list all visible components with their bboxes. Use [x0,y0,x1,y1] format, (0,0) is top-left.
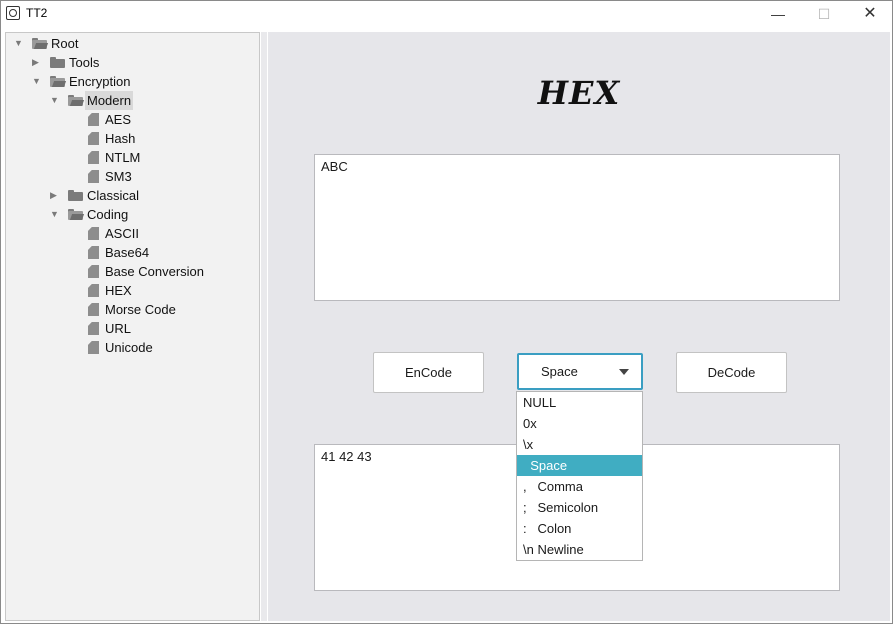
minimize-button[interactable]: — [755,1,801,27]
file-icon [88,170,99,183]
file-icon [88,303,99,316]
option-semicolon[interactable]: ; Semicolon [517,497,642,518]
file-icon [88,132,99,145]
tree-item-label: AES [105,112,132,127]
file-icon [88,113,99,126]
expanded-arrow-icon[interactable]: ▼ [14,34,24,53]
chevron-down-icon [619,369,629,375]
file-icon [88,284,99,297]
separator-select[interactable]: Space [517,353,643,390]
tree-item-label: Hash [105,131,136,146]
tree-item-label: Coding [87,207,129,222]
app-icon [6,6,20,20]
collapsed-arrow-icon[interactable]: ▶ [32,53,42,72]
tree-item-label: Root [51,36,79,51]
expanded-arrow-icon[interactable]: ▼ [32,72,42,91]
file-icon [88,246,99,259]
decode-button[interactable]: DeCode [676,352,787,393]
tree-item-label: Unicode [105,340,153,355]
open-folder-icon [50,76,67,87]
close-button[interactable]: ✕ [847,1,893,27]
folder-icon [68,190,83,201]
file-icon [88,322,99,335]
maximize-button[interactable]: ☐ [801,1,847,27]
file-icon [88,227,99,240]
tree-item-label: Base Conversion [105,264,204,279]
page-title: HEX [537,74,621,112]
file-icon [88,151,99,164]
open-folder-icon [68,95,85,106]
option-0x[interactable]: 0x [517,413,642,434]
collapsed-arrow-icon[interactable]: ▶ [50,186,60,205]
select-value: Space [541,364,578,379]
tree-item-label: URL [105,321,132,336]
tree-item-label: HEX [105,283,132,298]
window-title: TT2 [26,6,48,20]
option-space[interactable]: Space [517,455,642,476]
file-icon [88,265,99,278]
app-window: TT2 — ☐ ✕ ▼ Root ▶ Tools ▼ Encryption ▼ … [0,0,893,624]
tree-item-label: SM3 [105,169,132,184]
tree-item-label: NTLM [105,150,141,165]
expanded-arrow-icon[interactable]: ▼ [50,205,60,224]
open-folder-icon [68,209,85,220]
navigation-tree[interactable]: ▼ Root ▶ Tools ▼ Encryption ▼ Modern AES [5,32,260,621]
title-bar: TT2 — ☐ ✕ [1,1,892,27]
option-comma[interactable]: , Comma [517,476,642,497]
file-icon [88,341,99,354]
expanded-arrow-icon[interactable]: ▼ [50,91,60,110]
tree-item-label: Modern [85,91,134,110]
tree-item-label: Encryption [69,74,131,89]
option-null[interactable]: NULL [517,392,642,413]
separator-dropdown-list: NULL 0x \x Space , Comma ; Semicolon : C… [516,391,643,561]
split-pane-divider[interactable] [261,32,267,621]
input-textarea[interactable]: ABC [314,154,840,301]
option-backslash-x[interactable]: \x [517,434,642,455]
tree-item-label: ASCII [105,226,139,241]
folder-icon [50,57,65,68]
tree-item-label: Base64 [105,245,150,260]
tree-item-label: Tools [69,55,100,70]
encode-button[interactable]: EnCode [373,352,484,393]
tree-item-label: Classical [87,188,140,203]
open-folder-icon [32,38,49,49]
option-colon[interactable]: : Colon [517,518,642,539]
hex-tool-panel: HEX ABC EnCode Space DeCode 41 42 43 NUL… [268,32,890,621]
option-newline[interactable]: \n Newline [517,539,642,560]
tree-item-label: Morse Code [105,302,176,317]
